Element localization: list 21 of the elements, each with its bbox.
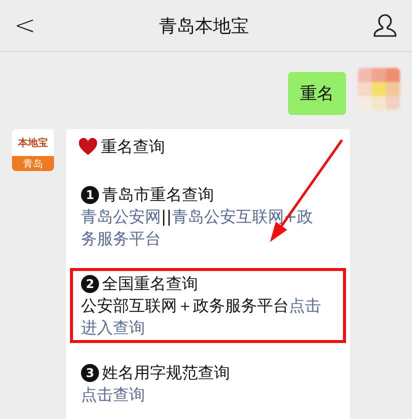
link[interactable]: 青岛公安网 <box>81 207 161 226</box>
number-badge: 3 <box>81 364 99 382</box>
body-text: 公安部互联网＋政务服务平台 <box>81 296 289 315</box>
account-logo: 本地宝 青岛 <box>12 129 54 171</box>
section-title: 青岛市重名查询 <box>102 184 214 206</box>
link[interactable]: 进入查询 <box>81 318 145 337</box>
body-text: || <box>161 207 172 226</box>
chat-title: 青岛本地宝 <box>158 14 249 38</box>
section-title: 全国重名查询 <box>102 273 198 295</box>
number-badge: 1 <box>81 186 99 204</box>
avatar-icon <box>358 68 400 110</box>
heart-icon <box>78 138 98 156</box>
profile-icon[interactable] <box>372 12 398 38</box>
back-button[interactable]: < <box>14 10 36 40</box>
message-title: 重名查询 <box>101 136 165 158</box>
section-title: 姓名用字规范查询 <box>102 362 230 384</box>
number-badge: 2 <box>81 275 99 293</box>
message-bubble: 重名 <box>288 72 346 115</box>
link[interactable]: 点击查询 <box>81 385 145 404</box>
link[interactable]: 务服务平台 <box>81 229 161 248</box>
link[interactable]: 点击 <box>289 296 321 315</box>
